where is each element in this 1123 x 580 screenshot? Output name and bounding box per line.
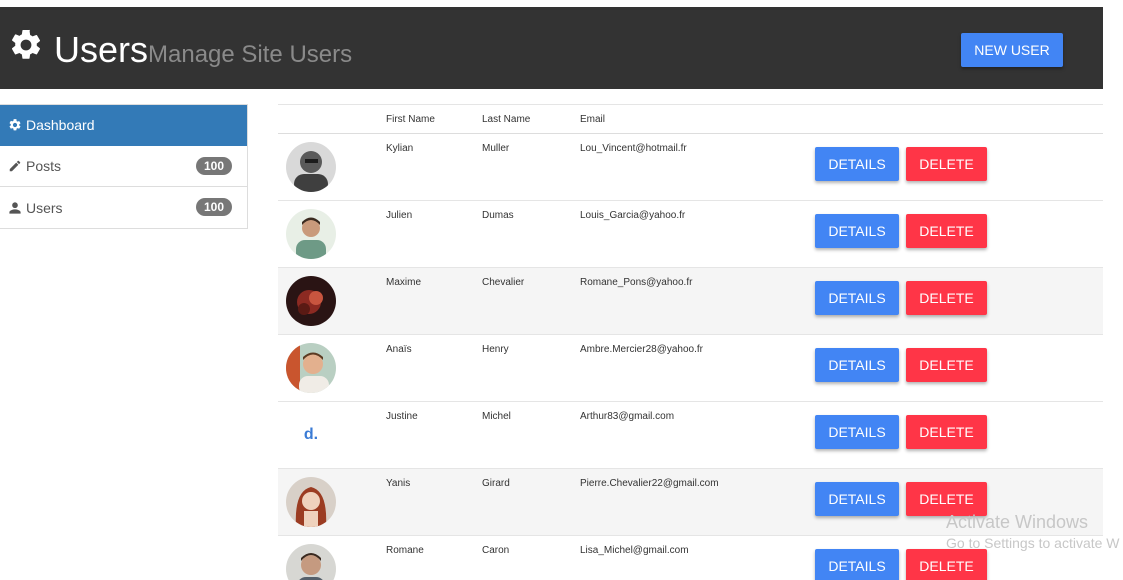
sidebar-item-label: Users (26, 199, 63, 216)
delete-button[interactable]: DELETE (906, 214, 987, 248)
table-row: Maxime Chevalier Romane_Pons@yahoo.fr DE… (278, 268, 1103, 335)
details-button[interactable]: DETAILS (815, 482, 899, 516)
first-name-cell: Maxime (386, 277, 422, 288)
details-button[interactable]: DETAILS (815, 147, 899, 181)
last-name-cell: Henry (482, 344, 509, 355)
last-name-cell: Michel (482, 411, 511, 422)
email-cell: Ambre.Mercier28@yahoo.fr (580, 344, 703, 355)
delete-button[interactable]: DELETE (906, 549, 987, 580)
avatar (286, 276, 336, 326)
last-name-cell: Caron (482, 545, 510, 556)
sidebar-item-label: Dashboard (26, 117, 95, 133)
avatar (286, 477, 336, 527)
avatar (286, 142, 336, 192)
watermark-title: Activate Windows (946, 512, 1089, 532)
details-button[interactable]: DETAILS (815, 348, 899, 382)
avatar-logo-text: d. (303, 426, 319, 443)
first-name-cell: Justine (386, 411, 418, 422)
avatar (286, 544, 336, 580)
last-name-cell: Girard (482, 478, 510, 489)
sidebar-item-dashboard[interactable]: Dashboard (0, 105, 247, 146)
delete-button[interactable]: DELETE (906, 281, 987, 315)
column-header-last-name: Last Name (482, 114, 531, 125)
table-row: Kylian Muller Lou_Vincent@hotmail.fr DET… (278, 134, 1103, 201)
page: UsersManage Site Users NEW USER Dashboar… (0, 0, 1123, 580)
sidebar-item-users[interactable]: Users 100 (0, 187, 247, 228)
last-name-cell: Dumas (482, 210, 514, 221)
avatar (286, 343, 336, 393)
count-badge: 100 (195, 157, 232, 175)
last-name-cell: Muller (482, 143, 510, 154)
count-badge: 100 (195, 198, 232, 216)
first-name-cell: Kylian (386, 143, 414, 154)
column-header-email: Email (580, 114, 606, 125)
table-row: Julien Dumas Louis_Garcia@yahoo.fr DETAI… (278, 201, 1103, 268)
pencil-icon (9, 160, 21, 172)
table-header: First Name Last Name Email (278, 104, 1103, 134)
table-row: d. Justine Michel Arthur83@gmail.com DET… (278, 402, 1103, 469)
email-cell: Romane_Pons@yahoo.fr (580, 277, 693, 288)
gear-icon (9, 119, 21, 131)
sidebar-item-label: Posts (26, 158, 62, 174)
page-subtitle: Manage Site Users (148, 41, 353, 68)
user-icon (9, 201, 21, 214)
last-name-cell: Chevalier (482, 277, 525, 288)
email-cell: Pierre.Chevalier22@gmail.com (580, 478, 719, 489)
details-button[interactable]: DETAILS (815, 281, 899, 315)
gear-icon (11, 29, 41, 59)
delete-button[interactable]: DELETE (906, 147, 987, 181)
avatar: d. (286, 410, 336, 460)
email-cell: Lisa_Michel@gmail.com (580, 545, 689, 556)
page-title-text: Users (54, 29, 149, 70)
first-name-cell: Julien (386, 210, 413, 221)
table-row: Anaïs Henry Ambre.Mercier28@yahoo.fr DET… (278, 335, 1103, 402)
first-name-cell: Yanis (386, 478, 411, 489)
first-name-cell: Anaïs (386, 344, 412, 355)
watermark-subtitle: Go to Settings to activate W (946, 535, 1120, 551)
first-name-cell: Romane (386, 545, 424, 556)
sidebar: Dashboard Posts 100 Users 100 (0, 104, 248, 229)
page-header: UsersManage Site Users NEW USER (0, 7, 1103, 89)
new-user-button[interactable]: NEW USER (961, 33, 1063, 67)
details-button[interactable]: DETAILS (815, 214, 899, 248)
email-cell: Louis_Garcia@yahoo.fr (580, 210, 686, 221)
email-cell: Arthur83@gmail.com (580, 411, 675, 422)
sidebar-item-posts[interactable]: Posts 100 (0, 146, 247, 187)
email-cell: Lou_Vincent@hotmail.fr (580, 143, 687, 154)
delete-button[interactable]: DELETE (906, 348, 987, 382)
column-header-first-name: First Name (386, 114, 435, 125)
avatar (286, 209, 336, 259)
details-button[interactable]: DETAILS (815, 549, 899, 580)
details-button[interactable]: DETAILS (815, 415, 899, 449)
delete-button[interactable]: DELETE (906, 415, 987, 449)
users-table: First Name Last Name Email Kylian Muller… (278, 104, 1103, 580)
page-title: UsersManage Site Users (54, 30, 352, 75)
activation-watermark: Activate Windows Go to Settings to activ… (946, 511, 1120, 553)
